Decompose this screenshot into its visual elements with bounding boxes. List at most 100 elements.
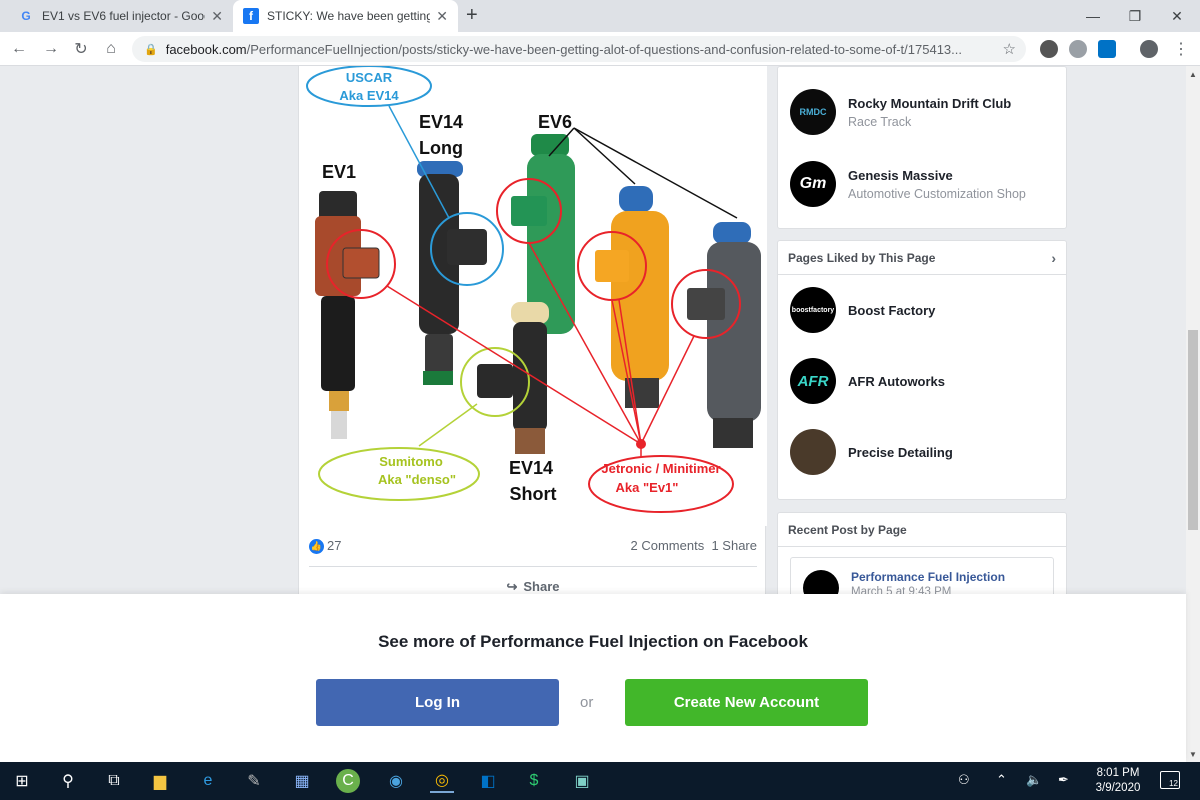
- ev14-long-label-line1: EV14: [419, 112, 463, 132]
- window-close-icon[interactable]: ✕: [1154, 0, 1200, 32]
- related-pages-card: RMDC Rocky Mountain Drift Club Race Trac…: [777, 66, 1067, 229]
- share-count[interactable]: 1 Share: [711, 538, 757, 553]
- scrollbar-thumb[interactable]: [1188, 330, 1198, 530]
- close-tab-icon[interactable]: ✕: [436, 8, 448, 25]
- tab-title: EV1 vs EV6 fuel injector - Google: [42, 9, 206, 23]
- windows-start-icon[interactable]: ⊞: [10, 769, 34, 793]
- page-name[interactable]: Rocky Mountain Drift Club: [848, 96, 1011, 111]
- extension-icon[interactable]: [1040, 40, 1058, 58]
- ev14-short-label-line1: EV14: [509, 458, 553, 478]
- precise-detailing-avatar: [790, 429, 836, 475]
- comment-count[interactable]: 2 Comments: [631, 538, 705, 553]
- share-label: Share: [523, 579, 560, 594]
- url-domain: facebook.com: [165, 41, 247, 57]
- search-icon[interactable]: ⚲: [56, 769, 80, 793]
- home-icon[interactable]: ⌂: [100, 38, 122, 60]
- lock-icon: 🔒: [144, 43, 158, 56]
- page-name[interactable]: AFR Autoworks: [848, 374, 945, 389]
- like-count[interactable]: 27: [327, 538, 341, 553]
- related-page-item[interactable]: Gm Genesis Massive Automotive Customizat…: [790, 161, 1026, 207]
- sumitomo-label-line2: Aka "denso": [378, 472, 456, 487]
- page-name[interactable]: Genesis Massive: [848, 168, 1026, 183]
- internet-explorer-icon[interactable]: e: [196, 769, 220, 793]
- boost-factory-avatar: boostfactory: [790, 287, 836, 333]
- task-view-icon[interactable]: ⧉: [102, 769, 126, 793]
- genesis-massive-avatar: Gm: [790, 161, 836, 207]
- jetronic-label-line1: Jetronic / Minitimer: [601, 461, 720, 476]
- scroll-up-icon[interactable]: ▲: [1189, 70, 1197, 79]
- jetronic-label-line2: Aka "Ev1": [616, 480, 679, 495]
- chevron-right-icon[interactable]: ›: [1051, 250, 1056, 266]
- globe-app-icon[interactable]: ◉: [384, 769, 408, 793]
- uscar-label-line2: Aka EV14: [339, 88, 399, 103]
- outlook-icon[interactable]: ◧: [476, 769, 500, 793]
- tab-google-search[interactable]: G EV1 vs EV6 fuel injector - Google ✕: [8, 0, 233, 32]
- address-bar[interactable]: 🔒 facebook.com/PerformanceFuelInjection/…: [132, 36, 1026, 62]
- pen-icon[interactable]: ✒: [1058, 772, 1069, 788]
- browser-toolbar: ← → ↻ ⌂ 🔒 facebook.com/PerformanceFuelIn…: [0, 32, 1200, 66]
- page-category: Race Track: [848, 114, 912, 129]
- page-category: Automotive Customization Shop: [848, 186, 1026, 201]
- ev6-label: EV6: [538, 112, 572, 132]
- bookmark-star-icon[interactable]: ☆: [1003, 40, 1016, 58]
- chrome-icon[interactable]: ◎: [430, 769, 454, 793]
- scroll-down-icon[interactable]: ▼: [1189, 750, 1197, 759]
- profile-avatar-icon[interactable]: [1140, 40, 1158, 58]
- reload-icon[interactable]: ↻: [70, 38, 92, 60]
- page-scrollbar[interactable]: ▲ ▼: [1186, 66, 1200, 762]
- notification-count: 12: [1169, 779, 1178, 788]
- forward-icon[interactable]: →: [40, 38, 62, 60]
- people-icon[interactable]: ⚇: [958, 772, 970, 788]
- outlook-extension-icon[interactable]: [1098, 40, 1116, 58]
- page-name[interactable]: Boost Factory: [848, 303, 935, 318]
- liked-pages-header[interactable]: Pages Liked by This Page ›: [778, 241, 1066, 275]
- login-button[interactable]: Log In: [316, 679, 559, 726]
- url-text: facebook.com/PerformanceFuelInjection/po…: [166, 42, 1003, 57]
- restore-icon[interactable]: ❐: [1112, 0, 1158, 32]
- notifications-icon[interactable]: 12: [1160, 771, 1180, 789]
- back-icon[interactable]: ←: [8, 38, 30, 60]
- post-card: USCAR Aka EV14 EV14 Long EV6 EV1 Sumitom…: [298, 66, 767, 626]
- liked-page-item[interactable]: AFR AFR Autoworks: [790, 358, 945, 404]
- login-prompt-overlay: See more of Performance Fuel Injection o…: [0, 594, 1186, 762]
- url-path: /PerformanceFuelInjection/posts/sticky-w…: [246, 41, 962, 57]
- related-page-item[interactable]: RMDC Rocky Mountain Drift Club Race Trac…: [790, 89, 1011, 135]
- liked-page-item[interactable]: boostfactory Boost Factory: [790, 287, 935, 333]
- like-icon: 👍: [309, 539, 324, 555]
- minimize-icon[interactable]: —: [1070, 0, 1116, 32]
- rocky-mountain-avatar: RMDC: [790, 89, 836, 135]
- show-hidden-icons-icon[interactable]: ⌃: [996, 772, 1007, 788]
- liked-pages-title: Pages Liked by This Page: [788, 250, 936, 265]
- system-clock[interactable]: 8:01 PM 3/9/2020: [1090, 766, 1146, 796]
- paint-icon[interactable]: ✎: [242, 769, 266, 793]
- recent-post-header: Recent Post by Page: [778, 513, 1066, 547]
- file-explorer-icon[interactable]: ▆: [148, 769, 172, 793]
- ev14-long-label-line2: Long: [419, 138, 463, 158]
- ev6-yellow-injector: [611, 186, 669, 408]
- or-separator: or: [580, 694, 594, 711]
- page-name[interactable]: Precise Detailing: [848, 445, 953, 460]
- facebook-icon: f: [243, 8, 259, 24]
- windows-taskbar: ⊞ ⚲ ⧉ ▆ e ✎ ▦ C ◉ ◎ ◧ $ ▣ ⚇ ⌃ 🔈 ✒ 8:01 P…: [0, 762, 1200, 800]
- close-tab-icon[interactable]: ✕: [211, 8, 223, 25]
- ev6-grey-injector: [707, 222, 761, 448]
- ev14-short-label-line2: Short: [510, 484, 557, 504]
- tab-facebook-post[interactable]: f STICKY: We have been getting Al ✕: [233, 0, 458, 32]
- tab-title: STICKY: We have been getting Al: [267, 9, 431, 23]
- liked-page-item[interactable]: Precise Detailing: [790, 429, 953, 475]
- window-app-icon[interactable]: ▣: [570, 769, 594, 793]
- recent-post-page-name[interactable]: Performance Fuel Injection: [851, 570, 1005, 584]
- liked-pages-card: Pages Liked by This Page › boostfactory …: [777, 240, 1067, 500]
- dollar-app-icon[interactable]: $: [522, 769, 546, 793]
- extension-c-icon[interactable]: [1069, 40, 1087, 58]
- ccleaner-icon[interactable]: C: [336, 769, 360, 793]
- app-icon[interactable]: ▦: [290, 769, 314, 793]
- volume-icon[interactable]: 🔈: [1026, 772, 1042, 788]
- sumitomo-label-line1: Sumitomo: [379, 454, 443, 469]
- new-tab-icon[interactable]: +: [466, 4, 478, 27]
- create-account-button[interactable]: Create New Account: [625, 679, 868, 726]
- menu-dots-icon[interactable]: ⋮: [1170, 38, 1192, 60]
- google-icon: G: [21, 9, 31, 23]
- ev14-short-injector: [511, 302, 549, 454]
- post-image[interactable]: USCAR Aka EV14 EV14 Long EV6 EV1 Sumitom…: [299, 66, 767, 526]
